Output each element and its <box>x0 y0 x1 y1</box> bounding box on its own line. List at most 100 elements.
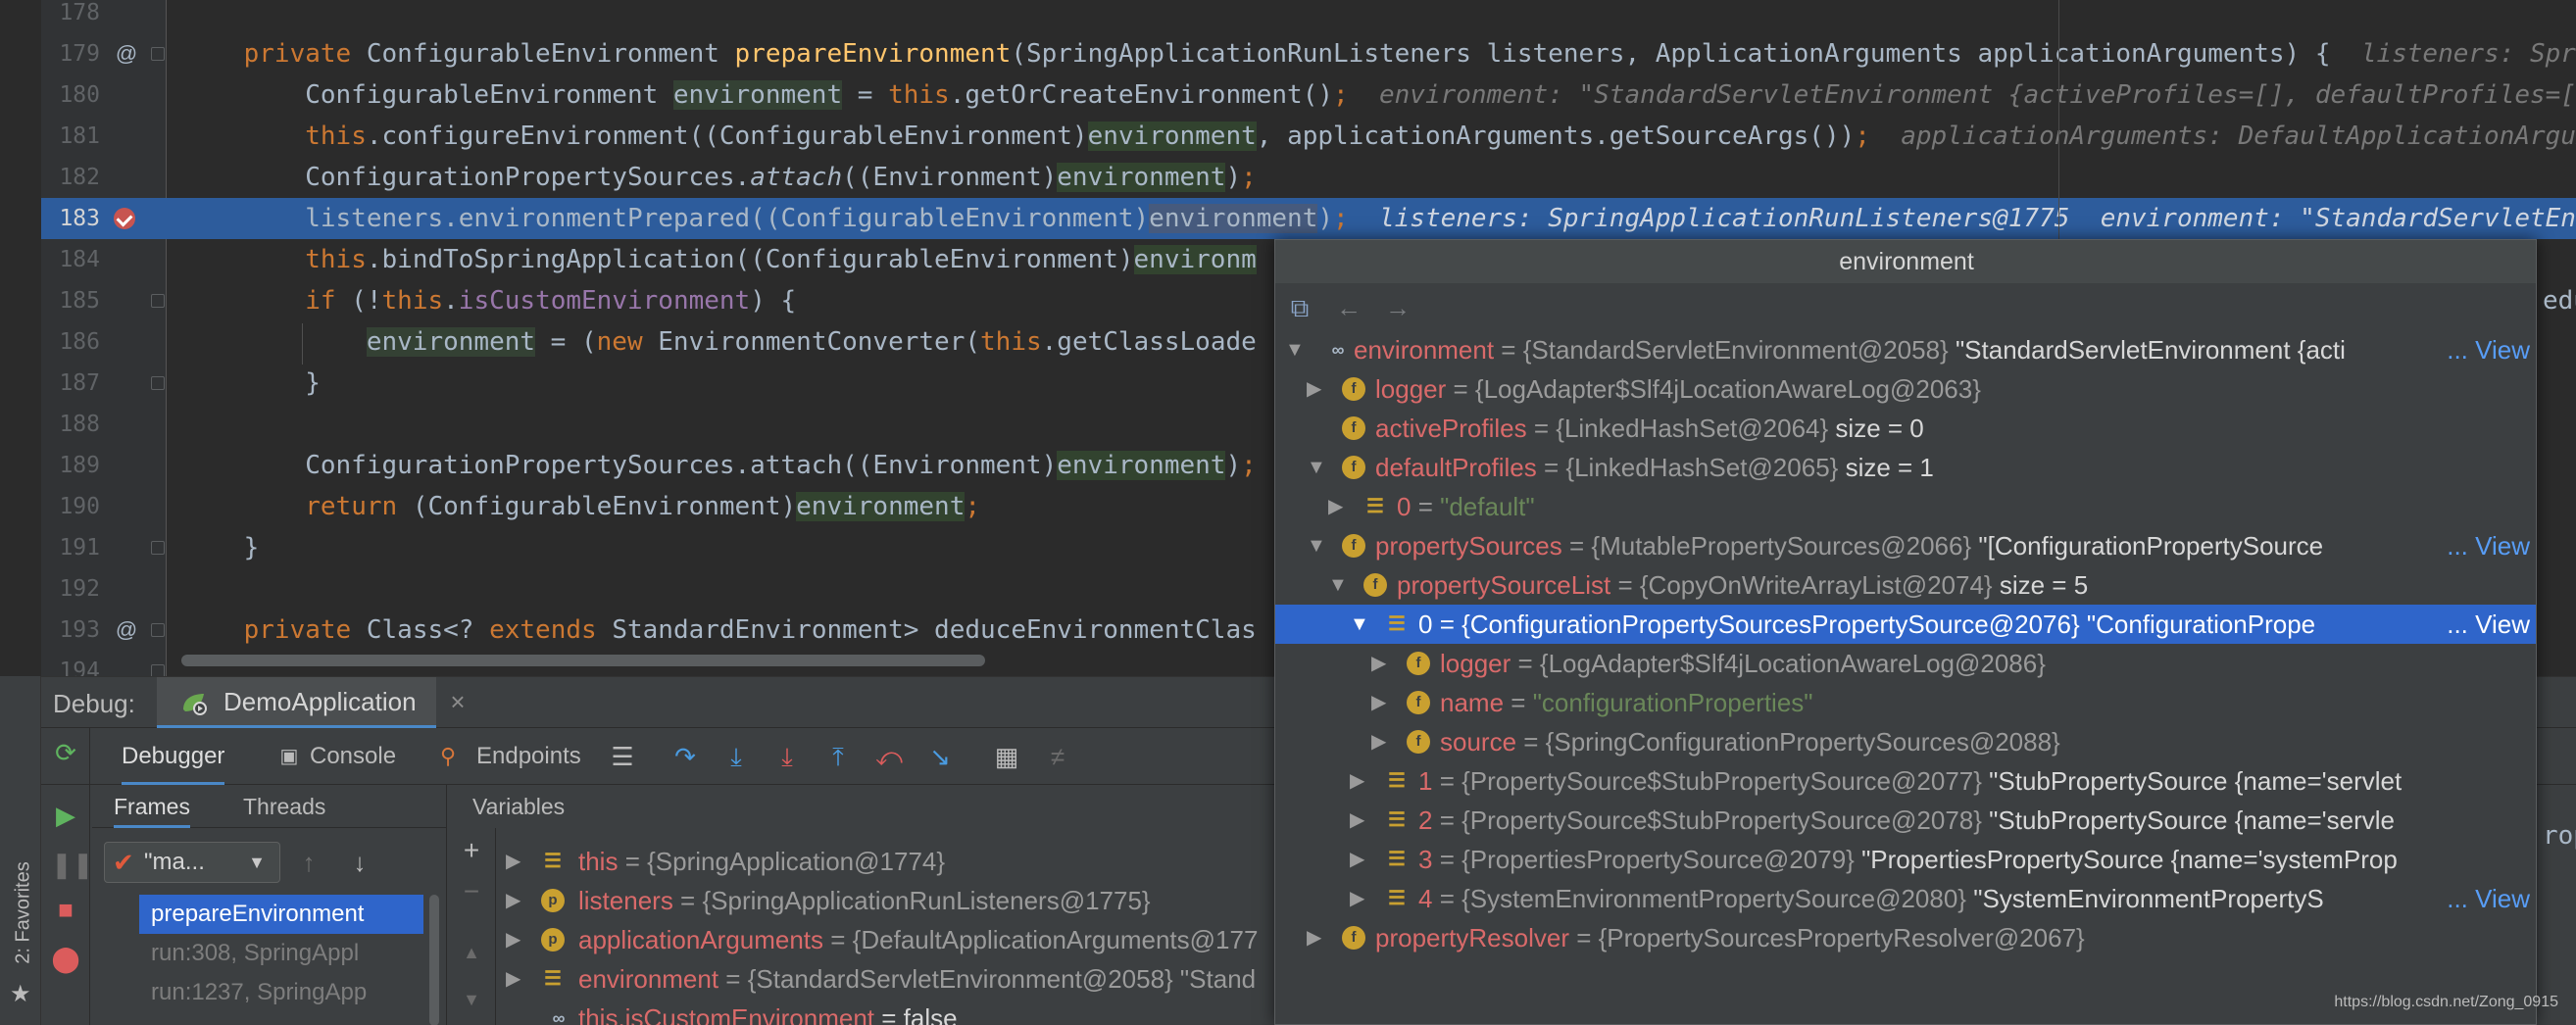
code-line[interactable]: ConfigurationPropertySources.attach((Env… <box>167 157 2576 198</box>
view-link-label[interactable]: View <box>2468 610 2530 639</box>
tree-row[interactable]: ▼ f propertySourceList = {CopyOnWriteArray… <box>1275 565 2536 605</box>
variable-inspect-popup[interactable]: environment ⧉ ← → ▼ ∞ environment = {Stand… <box>1274 239 2537 1025</box>
tab-threads[interactable]: Threads <box>243 785 325 828</box>
menu-icon[interactable]: ☰ <box>608 742 637 771</box>
expand-arrow-icon[interactable]: ▶ <box>1350 840 1373 879</box>
gutter-line[interactable]: 188 <box>41 404 167 445</box>
close-icon[interactable]: × <box>450 677 465 726</box>
gutter-line[interactable]: 179 @ <box>41 33 167 74</box>
add-watch-icon[interactable]: + <box>457 836 486 865</box>
stop-icon[interactable]: ■ <box>51 895 80 924</box>
tree-row[interactable]: ▶ f logger = {LogAdapter$Slf4jLocationAwar… <box>1275 644 2536 683</box>
collapse-arrow-icon[interactable]: ▼ <box>1307 526 1330 565</box>
tree-row[interactable]: ▶ f name = "configurationProperties" <box>1275 683 2536 722</box>
expand-arrow-icon[interactable]: ▶ <box>1350 801 1373 840</box>
session-tab-demo-application[interactable]: DemoApplication × <box>157 677 466 728</box>
gutter-line[interactable]: 182 <box>41 157 167 198</box>
gutter-line[interactable]: 190 <box>41 486 167 527</box>
frames-scrollbar[interactable] <box>429 895 439 1025</box>
gutter-line[interactable]: 189 <box>41 445 167 486</box>
expand-arrow-icon[interactable]: ▶ <box>506 842 529 881</box>
expand-arrow-icon[interactable]: ▶ <box>506 881 529 920</box>
up-arrow-icon[interactable]: ↑ <box>294 846 323 879</box>
expand-arrow-icon[interactable]: ▶ <box>1350 879 1373 918</box>
fold-marker-icon[interactable] <box>151 47 165 61</box>
fold-marker-icon[interactable] <box>151 294 165 308</box>
tree-row[interactable]: ▶ ☰ 4 = {SystemEnvironmentPropertySource@2… <box>1275 879 2536 918</box>
drop-frame-icon[interactable]: ⤺ <box>874 742 904 771</box>
tree-row[interactable]: ▼ ☰ 0 = {ConfigurationPropertySourcesPrope… <box>1275 605 2536 644</box>
expand-arrow-icon[interactable]: ▶ <box>1328 487 1352 526</box>
expand-arrow-icon[interactable]: ▶ <box>1307 369 1330 409</box>
down-arrow-icon[interactable]: ↓ <box>345 846 374 879</box>
gutter-line[interactable]: 183 <box>41 198 167 239</box>
view-link[interactable]: ... View <box>2441 330 2530 369</box>
frame-row[interactable]: run:1237, SpringApp <box>139 973 423 1012</box>
code-line[interactable]: ConfigurableEnvironment environment = th… <box>167 74 2576 116</box>
view-link-label[interactable]: View <box>2468 531 2530 561</box>
step-over-icon[interactable]: ↷ <box>670 742 700 771</box>
step-out-icon[interactable]: ⤒ <box>823 742 853 771</box>
gutter-line[interactable]: 191 <box>41 527 167 568</box>
gutter-line[interactable]: 185 <box>41 280 167 321</box>
frame-row[interactable]: run:308, SpringAppl <box>139 934 423 973</box>
gutter-line[interactable]: 194 <box>41 651 167 676</box>
gutter-line[interactable]: 184 <box>41 239 167 280</box>
back-arrow-icon[interactable]: ← <box>1332 291 1365 324</box>
gutter-line[interactable]: 187 <box>41 363 167 404</box>
remove-watch-icon[interactable]: − <box>457 877 486 906</box>
tree-row[interactable]: ▶ f source = {SpringConfigurationPropertyS… <box>1275 722 2536 761</box>
collapse-arrow-icon[interactable]: ▼ <box>1307 448 1330 487</box>
run-to-cursor-icon[interactable]: ↘ <box>925 742 955 771</box>
code-line[interactable]: listeners.environmentPrepared((Configura… <box>167 198 2576 239</box>
collapse-arrow-icon[interactable]: ▼ <box>1285 330 1309 369</box>
breakpoint-icon[interactable] <box>114 208 135 229</box>
thread-selector[interactable]: ✔ "ma... ▼ <box>104 842 280 883</box>
fold-marker-icon[interactable] <box>151 664 165 676</box>
collapse-arrow-icon[interactable]: ▼ <box>1328 565 1352 605</box>
tree-row[interactable]: ▼ f defaultProfiles = {LinkedHashSet@2065}… <box>1275 448 2536 487</box>
gutter-line[interactable]: 181 <box>41 116 167 157</box>
tree-row[interactable]: ▼ f propertySources = {MutablePropertySour… <box>1275 526 2536 565</box>
tab-debugger[interactable]: Debugger <box>122 728 225 785</box>
gutter-line[interactable]: 192 <box>41 568 167 610</box>
tab-endpoints[interactable]: Endpoints <box>476 728 581 785</box>
tree-row[interactable]: ▶ ☰ 3 = {PropertiesPropertySource@2079} "P… <box>1275 840 2536 879</box>
expand-arrow-icon[interactable]: ▶ <box>1350 761 1373 801</box>
view-breakpoints-icon[interactable]: ⬤ <box>51 944 80 973</box>
editor-gutter[interactable]: 178 179 @180 181 182 183 184 185 186 187 188 189 190… <box>41 0 167 676</box>
expand-arrow-icon[interactable]: ▶ <box>506 920 529 959</box>
tree-row[interactable]: ▶ f propertyResolver = {PropertySourcesPro… <box>1275 918 2536 957</box>
force-step-into-icon[interactable]: ⤓ <box>772 742 802 771</box>
fold-marker-icon[interactable] <box>151 376 165 390</box>
view-link[interactable]: ... View <box>2441 879 2530 918</box>
tree-row[interactable]: ▶ ☰ 0 = "default" <box>1275 487 2536 526</box>
view-link-label[interactable]: View <box>2468 335 2530 365</box>
override-marker-icon[interactable]: @ <box>112 33 141 74</box>
step-into-icon[interactable]: ⤓ <box>721 742 751 771</box>
pause-icon[interactable]: ❚❚ <box>51 850 94 879</box>
tab-frames[interactable]: Frames <box>114 785 190 828</box>
tree-row[interactable]: f activeProfiles = {LinkedHashSet@2064} s… <box>1275 409 2536 448</box>
view-link[interactable]: ... View <box>2441 605 2530 644</box>
move-up-icon[interactable]: ▲ <box>457 938 486 967</box>
resume-icon[interactable]: ▶ <box>51 801 80 830</box>
fold-marker-icon[interactable] <box>151 623 165 637</box>
tab-console[interactable]: Console <box>310 728 396 785</box>
expand-arrow-icon[interactable]: ▶ <box>1307 918 1330 957</box>
code-line[interactable]: private ConfigurableEnvironment prepareE… <box>167 33 2576 74</box>
expand-arrow-icon[interactable]: ▶ <box>1371 644 1395 683</box>
evaluate-icon[interactable]: ▦ <box>992 742 1021 771</box>
gutter-line[interactable]: 180 <box>41 74 167 116</box>
tree-row[interactable]: ▼ ∞ environment = {StandardServletEnvironm… <box>1275 330 2536 369</box>
favorites-tool-button[interactable]: 2: Favorites ★ <box>4 813 37 1009</box>
code-line[interactable]: this.configureEnvironment((ConfigurableE… <box>167 116 2576 157</box>
view-link-label[interactable]: View <box>2468 884 2530 913</box>
editor-scroll-thumb[interactable] <box>181 655 985 666</box>
expand-arrow-icon[interactable]: ▶ <box>1371 722 1395 761</box>
move-down-icon[interactable]: ▼ <box>457 985 486 1014</box>
fold-marker-icon[interactable] <box>151 541 165 555</box>
watch-icon[interactable]: ⧉ <box>1283 291 1316 324</box>
gutter-line[interactable]: 178 <box>41 0 167 33</box>
forward-arrow-icon[interactable]: → <box>1381 291 1414 324</box>
